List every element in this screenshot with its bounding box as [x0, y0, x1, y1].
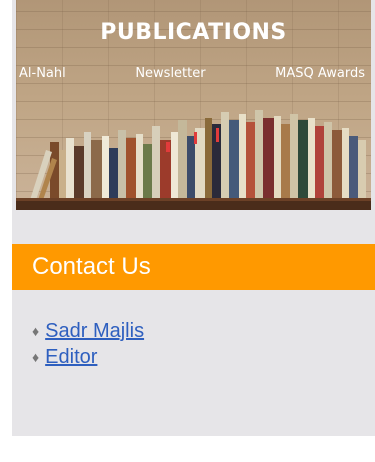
contact-link-editor[interactable]: Editor [45, 344, 97, 370]
diamond-bullet-icon: ♦ [32, 349, 40, 365]
diamond-bullet-icon: ♦ [32, 323, 40, 339]
footer-strip [0, 436, 375, 462]
publications-banner[interactable]: PUBLICATIONS Al-Nahl Newsletter MASQ Awa… [16, 0, 371, 210]
books-group [30, 110, 366, 200]
list-item: ♦ Sadr Majlis [32, 318, 144, 344]
books-shelf-illustration [16, 110, 371, 210]
page-panel: PUBLICATIONS Al-Nahl Newsletter MASQ Awa… [0, 0, 375, 436]
list-item: ♦ Editor [32, 344, 144, 370]
shelf-plank [16, 200, 371, 210]
contact-link-sadr-majlis[interactable]: Sadr Majlis [45, 318, 144, 344]
sidebar: PUBLICATIONS Al-Nahl Newsletter MASQ Awa… [12, 0, 375, 436]
contact-list: ♦ Sadr Majlis ♦ Editor [32, 318, 144, 370]
contact-us-header: Contact Us [12, 244, 375, 290]
